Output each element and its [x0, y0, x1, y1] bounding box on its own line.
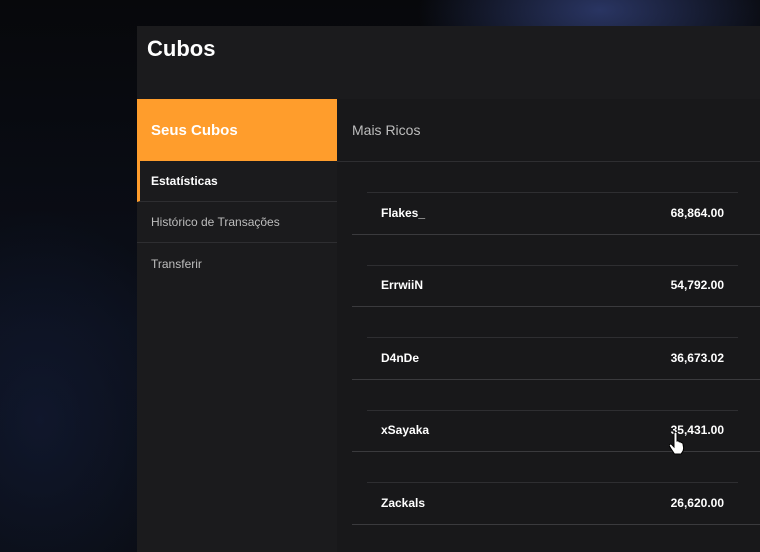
player-balance: 36,673.02: [670, 350, 724, 365]
player-name: ErrwiiN: [381, 278, 424, 292]
sidebar-item-label: Histórico de Transações: [151, 215, 280, 229]
player-balance: 68,864.00: [670, 205, 724, 220]
sidebar-item-historico[interactable]: Histórico de Transações: [137, 202, 337, 243]
ranking-list: Flakes_ 68,864.00 ErrwiiN 54,792.00 D4nD…: [352, 162, 760, 525]
sidebar-item-estatisticas[interactable]: Estatísticas: [137, 161, 337, 202]
sidebar-item-transferir[interactable]: Transferir: [137, 243, 337, 284]
cubos-panel: Cubos Seus Cubos Estatísticas Histórico …: [137, 26, 760, 552]
hand-pointer-icon: [669, 432, 685, 455]
list-item: Zackals 26,620.00: [352, 452, 760, 525]
player-balance: 26,620.00: [670, 495, 724, 510]
list-item: Flakes_ 68,864.00: [352, 162, 760, 235]
sidebar-item-label: Transferir: [151, 256, 202, 271]
player-balance: 54,792.00: [670, 278, 724, 292]
page-title: Cubos: [147, 36, 216, 61]
player-name: Zackals: [381, 495, 426, 510]
player-name: xSayaka: [381, 423, 430, 437]
list-item: xSayaka 35,431.00: [352, 380, 760, 452]
content-area: Mais Ricos Flakes_ 68,864.00 ErrwiiN 54,…: [337, 99, 760, 552]
table-row[interactable]: D4nDe 36,673.02: [367, 337, 738, 377]
sidebar: Seus Cubos Estatísticas Histórico de Tra…: [137, 99, 337, 552]
player-name: Flakes_: [381, 205, 426, 220]
list-item: D4nDe 36,673.02: [352, 307, 760, 380]
table-row[interactable]: Flakes_ 68,864.00: [367, 192, 738, 232]
section-title: Mais Ricos: [337, 99, 760, 162]
table-row[interactable]: Zackals 26,620.00: [367, 482, 738, 522]
sidebar-header: Seus Cubos: [137, 99, 337, 161]
player-name: D4nDe: [381, 350, 420, 365]
sidebar-item-label: Estatísticas: [151, 174, 218, 188]
table-row[interactable]: ErrwiiN 54,792.00: [367, 264, 738, 305]
list-item: ErrwiiN 54,792.00: [352, 235, 760, 307]
